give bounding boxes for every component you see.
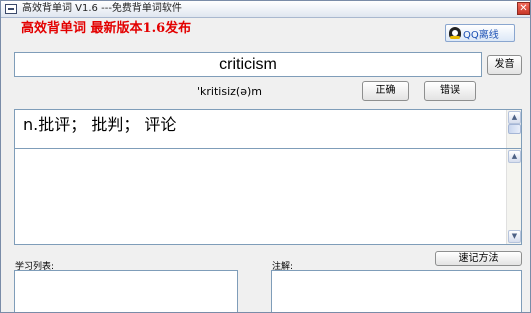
example-scrollbar[interactable]: ▲ ▼ <box>506 149 521 244</box>
scroll-up-arrow-icon[interactable]: ▲ <box>508 150 521 163</box>
word-display-field[interactable]: criticism <box>14 52 482 77</box>
qq-offline-label: QQ离线 <box>463 29 499 41</box>
scroll-down-arrow-icon[interactable]: ▼ <box>508 230 521 243</box>
title-bar[interactable]: 高效背单词 V1.6 ---免费背单词软件 ✕ <box>1 1 530 18</box>
definition-scrollbar[interactable]: ▲ <box>506 110 521 148</box>
qq-penguin-icon <box>449 27 461 39</box>
wrong-button[interactable]: 错误 <box>424 81 476 101</box>
notes-box[interactable] <box>271 270 522 312</box>
pronounce-button[interactable]: 发音 <box>487 55 522 75</box>
definition-textarea[interactable]: n.批评； 批判； 评论 ▲ <box>14 109 522 149</box>
example-textarea[interactable]: ▲ ▼ <box>14 149 522 245</box>
close-button[interactable]: ✕ <box>517 2 530 15</box>
qq-offline-button[interactable]: QQ离线 <box>445 24 515 42</box>
scroll-thumb[interactable] <box>508 124 521 134</box>
scroll-up-arrow-icon[interactable]: ▲ <box>508 111 521 124</box>
window-title: 高效背单词 V1.6 ---免费背单词软件 <box>22 3 182 14</box>
study-list-box[interactable] <box>14 270 238 312</box>
app-window: 高效背单词 V1.6 ---免费背单词软件 ✕ 高效背单词 最新版本1.6发布 … <box>0 0 531 313</box>
definition-text: n.批评； 批判； 评论 <box>23 115 177 134</box>
phonetic-transcription: 'kritisiz(ə)m <box>197 85 262 98</box>
correct-button[interactable]: 正确 <box>362 81 409 101</box>
release-headline: 高效背单词 最新版本1.6发布 <box>21 21 192 36</box>
app-window-icon[interactable] <box>5 4 17 14</box>
memory-method-button[interactable]: 速记方法 <box>435 251 522 266</box>
